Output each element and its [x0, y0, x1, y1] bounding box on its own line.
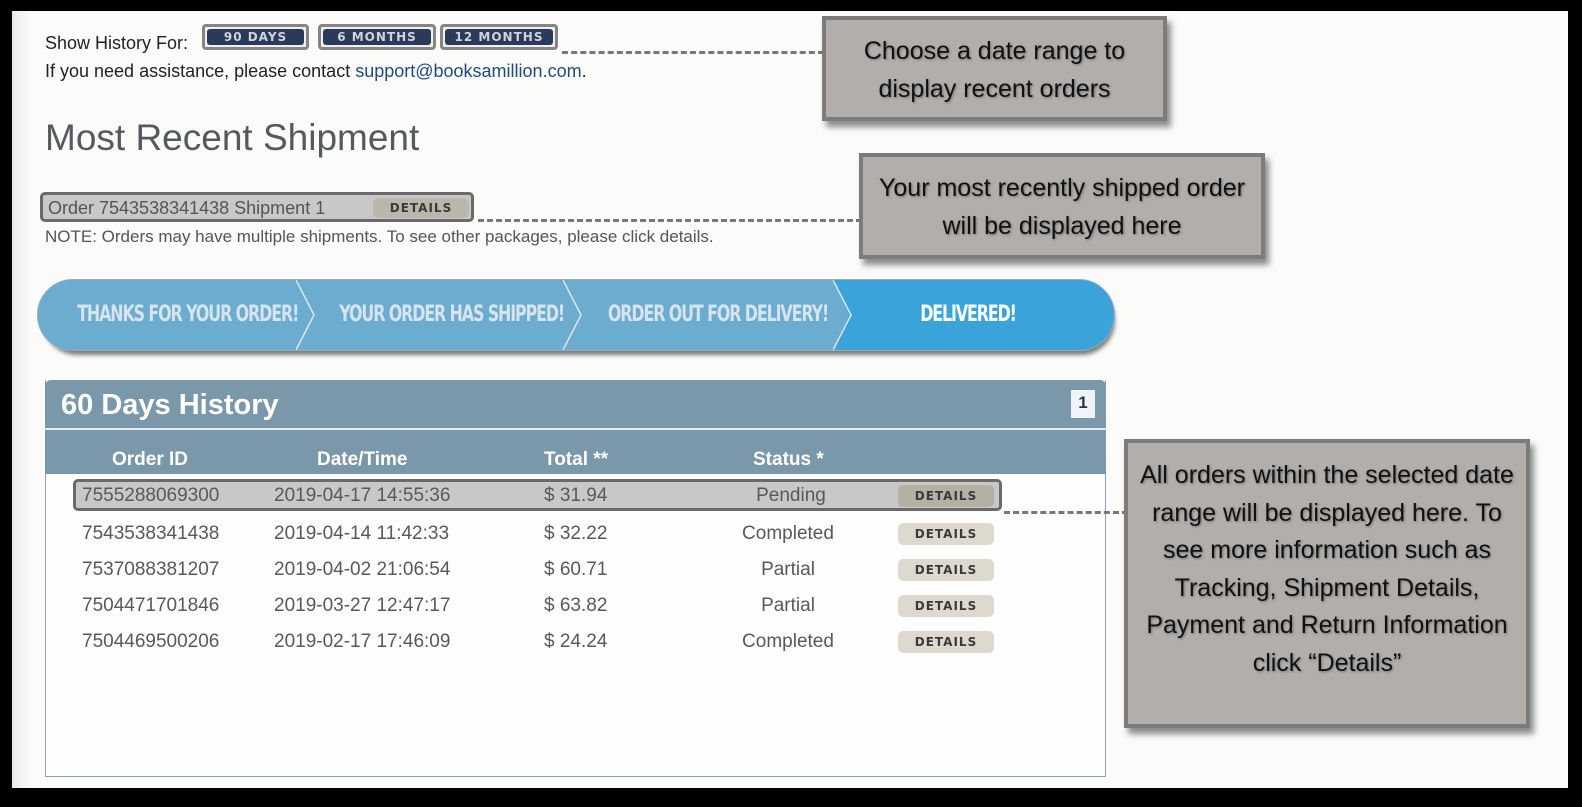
assistance-text: If you need assistance, please contact s… [45, 61, 587, 82]
recent-shipment-order: Order 7543538341438 Shipment 1 [48, 198, 326, 218]
table-row: 7543538341438 2019-04-14 11:42:33 $ 32.2… [46, 518, 1106, 550]
show-history-label: Show History For: [45, 33, 189, 53]
assistance-suffix: . [581, 61, 587, 81]
pagination-page-1[interactable]: 1 [1071, 390, 1095, 418]
history-panel-header: 60 Days History 1 [45, 380, 1106, 430]
column-total: Total ** [544, 449, 609, 470]
step-separator-icon [563, 280, 582, 350]
support-email-link[interactable]: support@booksamillion.com [355, 61, 581, 81]
order-details-button[interactable]: DETAILS [898, 595, 994, 617]
cell-date-time: 2019-03-27 12:47:17 [274, 595, 451, 616]
cell-order-id: 7555288069300 [82, 485, 220, 506]
step-thanks: THANKS FOR YOUR ORDER! [77, 302, 299, 327]
range-6-months-button[interactable]: 6 MONTHS [318, 24, 436, 50]
progress-bar: THANKS FOR YOUR ORDER! YOUR ORDER HAS SH… [37, 279, 1115, 351]
recent-shipment-details-button[interactable]: DETAILS [373, 198, 469, 218]
history-panel: 60 Days History 1 Order ID Date/Time Tot… [45, 380, 1106, 777]
column-date-time: Date/Time [317, 449, 408, 470]
callout-connector [1004, 511, 1128, 514]
table-header: Order ID Date/Time Total ** Status * [45, 430, 1106, 474]
cell-date-time: 2019-04-17 14:55:36 [274, 485, 451, 506]
cell-order-id: 7504471701846 [82, 595, 220, 616]
step-separator-icon [296, 280, 315, 350]
cell-total: $ 60.71 [544, 559, 608, 580]
assistance-prefix: If you need assistance, please contact [45, 61, 356, 81]
cell-order-id: 7543538341438 [82, 523, 220, 544]
order-details-button[interactable]: DETAILS [898, 631, 994, 653]
step-out-for-delivery: ORDER OUT FOR DELIVERY! [607, 302, 829, 327]
column-status: Status * [753, 449, 824, 470]
cell-status: Partial [761, 559, 815, 580]
table-row: 7555288069300 2019-04-17 14:55:36 $ 31.9… [73, 479, 1002, 511]
order-progress-tracker: THANKS FOR YOUR ORDER! YOUR ORDER HAS SH… [37, 279, 1117, 355]
cell-status: Partial [761, 595, 815, 616]
cell-total: $ 24.24 [544, 631, 608, 652]
cell-order-id: 7504469500206 [82, 631, 220, 652]
callout-order-history: All orders within the selected date rang… [1124, 439, 1530, 728]
step-delivered: DELIVERED! [920, 302, 1017, 327]
table-row: 7504471701846 2019-03-27 12:47:17 $ 63.8… [46, 590, 1106, 622]
cell-date-time: 2019-04-02 21:06:54 [274, 559, 451, 580]
range-90-days-button[interactable]: 90 DAYS [202, 24, 309, 50]
table-row: 7537088381207 2019-04-02 21:06:54 $ 60.7… [46, 554, 1106, 586]
range-12-months-label: 12 MONTHS [445, 29, 553, 45]
step-shipped: YOUR ORDER HAS SHIPPED! [339, 302, 565, 327]
recent-shipment-box: Order 7543538341438 Shipment 1 DETAILS [40, 192, 474, 222]
cell-status: Pending [756, 485, 826, 506]
cell-total: $ 63.82 [544, 595, 608, 616]
order-details-button[interactable]: DETAILS [898, 559, 994, 581]
callout-connector [562, 51, 824, 54]
range-6-months-label: 6 MONTHS [323, 29, 431, 45]
order-details-button[interactable]: DETAILS [898, 523, 994, 545]
column-order-id: Order ID [112, 449, 189, 470]
order-details-button[interactable]: DETAILS [898, 485, 994, 507]
cell-date-time: 2019-02-17 17:46:09 [274, 631, 451, 652]
cell-total: $ 31.94 [544, 485, 608, 506]
history-panel-title: 60 Days History [61, 389, 279, 421]
page-edge [12, 11, 30, 788]
cell-date-time: 2019-04-14 11:42:33 [274, 523, 450, 544]
shipments-note: NOTE: Orders may have multiple shipments… [45, 227, 714, 246]
cell-order-id: 7537088381207 [82, 559, 220, 580]
callout-date-range: Choose a date range to display recent or… [822, 16, 1167, 121]
cell-status: Completed [742, 631, 834, 652]
callout-recent-shipment: Your most recently shipped order will be… [859, 153, 1265, 259]
range-90-days-label: 90 DAYS [207, 29, 304, 45]
step-separator-icon [833, 280, 852, 350]
cell-status: Completed [742, 523, 834, 544]
table-row: 7504469500206 2019-02-17 17:46:09 $ 24.2… [46, 626, 1106, 658]
cell-total: $ 32.22 [544, 523, 608, 544]
range-12-months-button[interactable]: 12 MONTHS [440, 24, 558, 50]
page-title: Most Recent Shipment [45, 117, 420, 158]
callout-connector [478, 219, 862, 222]
